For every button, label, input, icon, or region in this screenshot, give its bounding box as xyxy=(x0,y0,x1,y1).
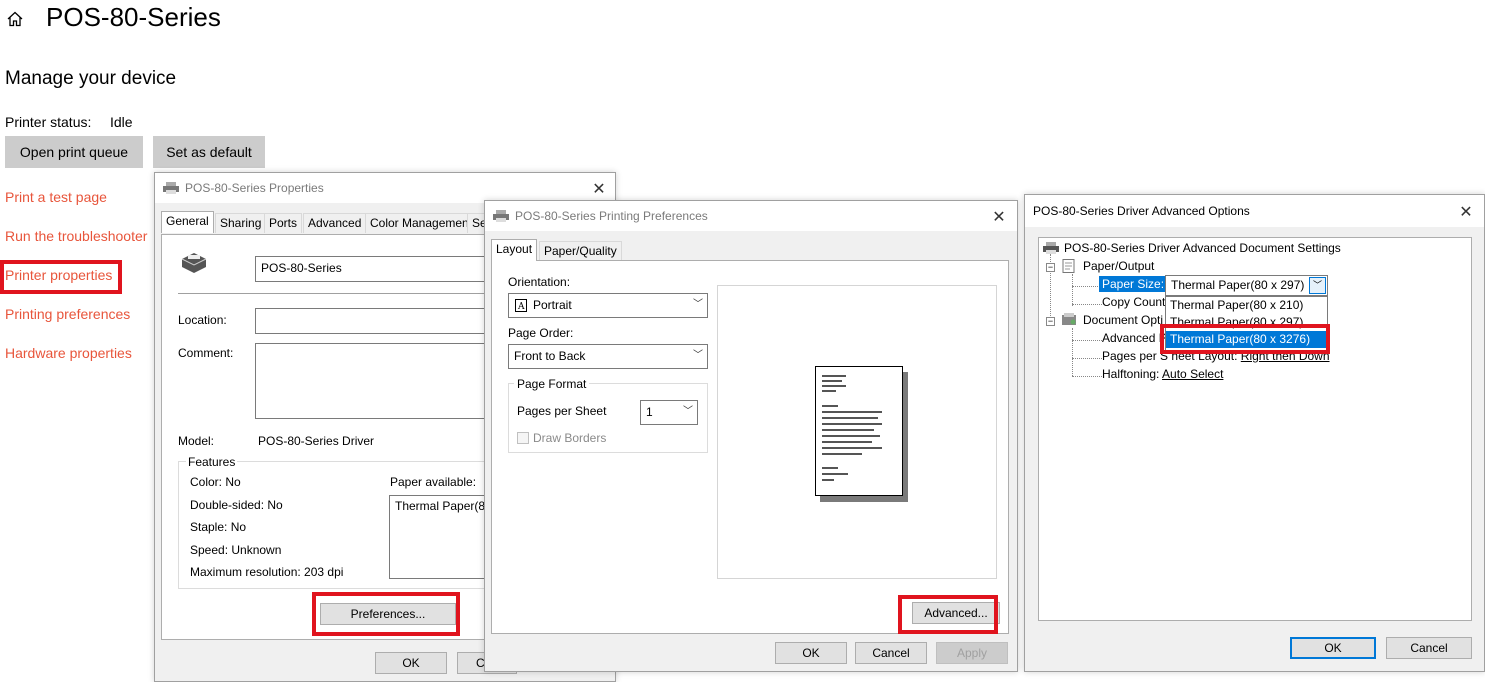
features-label: Features xyxy=(186,455,238,469)
halftoning-value[interactable]: Auto Select xyxy=(1162,367,1223,381)
page-order-select[interactable]: Front to Back ﹀ xyxy=(508,344,708,369)
paper-available-item[interactable]: Thermal Paper(80 xyxy=(395,499,492,513)
tab-ports[interactable]: Ports xyxy=(264,213,303,233)
orientation-label: Orientation: xyxy=(508,275,571,289)
page-order-value: Front to Back xyxy=(514,349,586,363)
feature-color: Color: No xyxy=(190,475,241,489)
open-print-queue-button[interactable]: Open print queue xyxy=(5,136,143,168)
draw-borders-checkbox[interactable] xyxy=(517,432,529,444)
halftoning-label[interactable]: Halftoning: Auto Select xyxy=(1102,367,1223,381)
page-title: POS-80-Series xyxy=(46,2,221,32)
paper-size-value: Thermal Paper(80 x 297) xyxy=(1171,278,1305,292)
home-icon[interactable] xyxy=(6,10,24,28)
paper-output-label[interactable]: Paper/Output xyxy=(1083,259,1154,273)
page-preview-sheet xyxy=(815,366,903,496)
tab-general[interactable]: General xyxy=(161,211,214,233)
model-value: POS-80-Series Driver xyxy=(258,434,375,448)
highlight-advanced-button xyxy=(898,595,998,634)
printer-icon xyxy=(493,210,509,222)
properties-title: POS-80-Series Properties xyxy=(185,181,324,195)
preferences-cancel-button[interactable]: Cancel xyxy=(855,642,927,664)
tree-root-label: POS-80-Series Driver Advanced Document S… xyxy=(1064,241,1341,255)
paper-size-label[interactable]: Paper Size: xyxy=(1099,276,1168,292)
chevron-down-icon: ﹀ xyxy=(693,350,703,361)
preferences-title-bar[interactable]: POS-80-Series Printing Preferences ✕ xyxy=(485,201,1017,231)
tab-color-management[interactable]: Color Management xyxy=(365,213,478,233)
printer-status-label: Printer status: xyxy=(5,114,92,130)
document-options-label[interactable]: Document Opti xyxy=(1083,313,1163,327)
run-troubleshooter-link[interactable]: Run the troubleshooter xyxy=(5,228,147,244)
preferences-title: POS-80-Series Printing Preferences xyxy=(515,209,708,223)
printer-icon xyxy=(1043,242,1059,254)
chevron-down-icon: ﹀ xyxy=(683,406,693,417)
advanced-title: POS-80-Series Driver Advanced Options xyxy=(1033,204,1250,218)
printing-preferences-link[interactable]: Printing preferences xyxy=(5,306,130,322)
pages-per-sheet-label: Pages per Sheet xyxy=(517,404,607,418)
draw-borders-label: Draw Borders xyxy=(533,431,607,445)
advanced-options-window: POS-80-Series Driver Advanced Options ✕ … xyxy=(1024,194,1485,672)
feature-double-sided: Double-sided: No xyxy=(190,498,283,512)
advanced-title-bar[interactable]: POS-80-Series Driver Advanced Options ✕ xyxy=(1025,195,1484,227)
advanced-cancel-button[interactable]: Cancel xyxy=(1386,637,1472,659)
pages-per-sheet-value: 1 xyxy=(646,405,653,419)
advanced-ok-button[interactable]: OK xyxy=(1290,637,1376,659)
preferences-ok-button[interactable]: OK xyxy=(775,642,847,664)
section-title: Manage your device xyxy=(5,68,177,89)
set-as-default-button[interactable]: Set as default xyxy=(153,136,265,168)
paper-output-icon xyxy=(1062,259,1075,273)
tab-sharing[interactable]: Sharing xyxy=(215,213,267,233)
properties-ok-button[interactable]: OK xyxy=(375,652,447,674)
page-order-label: Page Order: xyxy=(508,326,574,340)
document-options-icon xyxy=(1062,313,1076,325)
print-test-page-link[interactable]: Print a test page xyxy=(5,189,107,205)
hardware-properties-link[interactable]: Hardware properties xyxy=(5,345,132,361)
advanced-printing-label[interactable]: Advanced P xyxy=(1102,331,1167,345)
highlight-preferences-button xyxy=(312,592,460,636)
collapse-icon[interactable]: − xyxy=(1046,263,1055,272)
close-icon[interactable]: ✕ xyxy=(989,207,1009,227)
tab-layout[interactable]: Layout xyxy=(491,239,538,261)
comment-label: Comment: xyxy=(178,346,234,360)
orientation-value: Portrait xyxy=(533,298,572,312)
paper-size-select[interactable]: Thermal Paper(80 x 297) ﹀ xyxy=(1165,275,1328,296)
orientation-select[interactable]: A Portrait ﹀ xyxy=(508,293,708,318)
printer-status-value: Idle xyxy=(110,114,133,130)
model-label: Model: xyxy=(178,434,215,448)
page-preview xyxy=(717,285,997,579)
svg-text:A: A xyxy=(517,302,525,312)
tab-advanced[interactable]: Advanced xyxy=(303,213,367,233)
highlight-paper-size-option xyxy=(1160,324,1330,354)
location-label: Location: xyxy=(178,313,227,327)
close-icon[interactable]: ✕ xyxy=(589,179,609,199)
printer-icon xyxy=(181,253,207,273)
collapse-icon[interactable]: − xyxy=(1046,317,1055,326)
printer-icon xyxy=(163,182,179,194)
chevron-down-icon: ﹀ xyxy=(693,299,703,310)
copy-count-label[interactable]: Copy Count xyxy=(1102,295,1165,309)
dropdown-option[interactable]: Thermal Paper(80 x 210) xyxy=(1166,297,1327,314)
highlight-printer-properties xyxy=(0,260,122,294)
settings-tree: POS-80-Series Driver Advanced Document S… xyxy=(1038,237,1472,621)
chevron-down-icon[interactable]: ﹀ xyxy=(1309,277,1326,294)
tab-paper-quality[interactable]: Paper/Quality xyxy=(539,241,622,261)
portrait-icon: A xyxy=(515,299,527,312)
page-format-label: Page Format xyxy=(514,377,590,391)
paper-available-label: Paper available: xyxy=(390,475,477,489)
layout-panel: Orientation: A Portrait ﹀ Page Order: Fr… xyxy=(491,260,1009,634)
feature-speed: Speed: Unknown xyxy=(190,543,282,557)
pages-per-sheet-select[interactable]: 1 ﹀ xyxy=(640,400,698,425)
preferences-apply-button[interactable]: Apply xyxy=(936,642,1008,664)
close-icon[interactable]: ✕ xyxy=(1456,202,1476,222)
feature-max-resolution: Maximum resolution: 203 dpi xyxy=(190,565,344,579)
properties-title-bar[interactable]: POS-80-Series Properties ✕ xyxy=(155,173,615,203)
feature-staple: Staple: No xyxy=(190,520,247,534)
